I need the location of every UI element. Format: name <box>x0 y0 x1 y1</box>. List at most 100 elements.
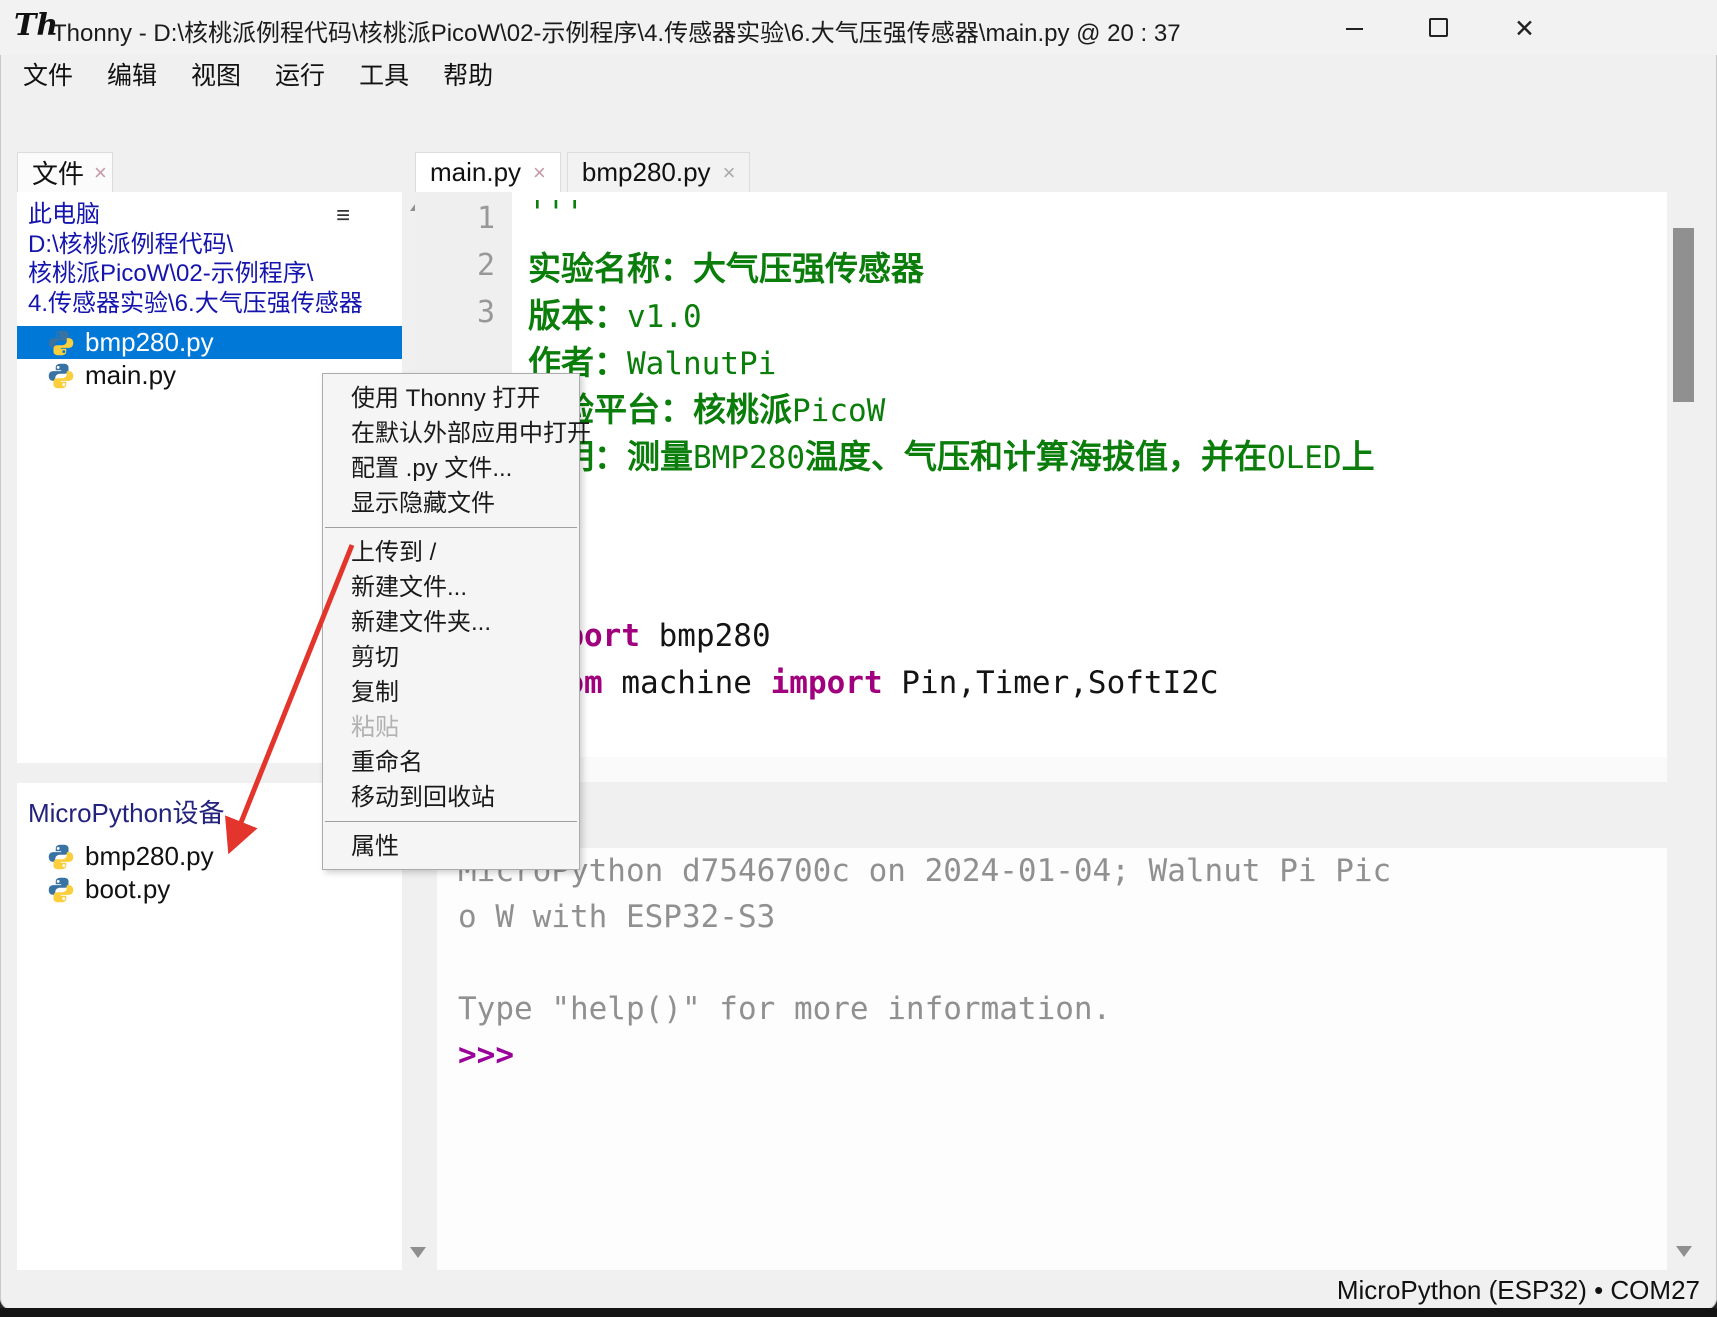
code-segment: WalnutPi <box>627 346 776 382</box>
shell-splitter-band[interactable] <box>415 782 1702 848</box>
code-line-4: 作者：WalnutPi <box>512 336 1667 383</box>
code-segment: 实验名称：大气压强传感器 <box>528 250 924 287</box>
interpreter-status[interactable]: MicroPython (ESP32) • COM27 <box>1337 1275 1700 1306</box>
code-line-5: 实验平台：核桃派PicoW <box>512 383 1667 430</box>
files-panel-tab[interactable]: 文件 × <box>17 152 113 192</box>
file-name: bmp280.py <box>85 841 214 872</box>
file-name: main.py <box>85 360 176 391</box>
close-button[interactable]: ✕ <box>1514 18 1536 40</box>
context-menu-item[interactable]: 使用 Thonny 打开 <box>323 381 579 416</box>
menu-item-2[interactable]: 视图 <box>174 56 258 92</box>
editor-tab-bmp280.py[interactable]: bmp280.py × <box>567 152 751 192</box>
editor-tab-main.py[interactable]: main.py × <box>415 152 561 192</box>
context-menu-item[interactable]: 移动到回收站 <box>323 780 579 815</box>
scroll-down-icon[interactable] <box>410 1247 426 1258</box>
code-segment: PicoW <box>792 393 885 429</box>
python-file-icon <box>47 876 75 904</box>
menu-separator <box>325 527 577 528</box>
desktop-edge <box>0 1308 1717 1317</box>
menu-item-0[interactable]: 文件 <box>6 56 90 92</box>
code-line-1: ''' <box>512 195 1667 242</box>
thonny-window: Th Thonny - D:\核桃派例程代码\核桃派PicoW\02-示例程序\… <box>0 0 1717 1310</box>
code-segment: 温度、气压和计算海拔值，并在 <box>805 438 1267 475</box>
line-number: 2 <box>415 242 495 289</box>
context-menu-item[interactable]: 新建文件夹... <box>323 605 579 640</box>
path-line-3[interactable]: 4.传感器实验\6.大气压强传感器 <box>28 289 358 319</box>
code-segment: BMP280 <box>693 440 805 476</box>
local-file-bmp280.py[interactable]: bmp280.py <box>17 326 402 359</box>
close-icon: ✕ <box>1514 15 1535 43</box>
shell-lines: MicroPython d7546700c on 2024-01-04; Wal… <box>437 848 1667 1032</box>
menu-bar: 文件编辑视图运行工具帮助 <box>0 55 1717 92</box>
file-name: bmp280.py <box>85 327 214 358</box>
shell-line <box>437 940 1667 986</box>
code-segment: 上 <box>1342 438 1375 475</box>
code-segment: OLED <box>1267 440 1342 476</box>
code-line-7: ''' <box>512 477 1667 524</box>
files-tab-close-icon[interactable]: × <box>94 160 107 186</box>
editor-tab-label: main.py <box>430 157 521 188</box>
context-menu-item[interactable]: 复制 <box>323 675 579 710</box>
python-file-icon <box>47 362 75 390</box>
menu-item-4[interactable]: 工具 <box>342 56 426 92</box>
menu-item-1[interactable]: 编辑 <box>90 56 174 92</box>
code-line-9 <box>512 571 1667 618</box>
path-line-2[interactable]: 核桃派PicoW\02-示例程序\ <box>28 259 358 289</box>
window-title: Thonny - D:\核桃派例程代码\核桃派PicoW\02-示例程序\4.传… <box>52 13 1181 48</box>
shell-prompt: >>> <box>437 1032 1667 1078</box>
code-editor[interactable]: ''' 实验名称：大气压强传感器版本：v1.0作者：WalnutPi实验平台：核桃… <box>512 192 1667 760</box>
path-line-1[interactable]: D:\核桃派例程代码\ <box>28 230 358 260</box>
shell-line: MicroPython d7546700c on 2024-01-04; Wal… <box>437 848 1667 894</box>
context-menu-item[interactable]: 显示隐藏文件 <box>323 486 579 521</box>
context-menu-item[interactable]: 剪切 <box>323 640 579 675</box>
files-panel-menu-icon[interactable]: ≡ <box>336 202 350 230</box>
editor-tab-bar: main.py × bmp280.py × <box>415 152 756 192</box>
path-line-0[interactable]: 此电脑 <box>28 200 358 230</box>
editor-vscroll-thumb[interactable] <box>1673 228 1694 402</box>
tab-close-icon[interactable]: × <box>533 160 546 186</box>
code-segment: bmp280 <box>640 618 771 654</box>
python-file-icon <box>47 329 75 357</box>
code-segment: 版本： <box>528 297 627 334</box>
context-menu-item[interactable]: 上传到 / <box>323 535 579 570</box>
file-name: boot.py <box>85 874 170 905</box>
status-bar: MicroPython (ESP32) • COM27 <box>0 1270 1717 1310</box>
maximize-button[interactable] <box>1429 18 1451 40</box>
context-menu-item: 粘贴 <box>323 710 579 745</box>
code-segment: machine <box>603 665 771 701</box>
editor-horizontal-scrollbar[interactable] <box>415 757 1667 782</box>
tab-close-icon[interactable]: × <box>723 160 736 186</box>
device-file-boot.py[interactable]: boot.py <box>17 873 402 906</box>
minimize-button[interactable] <box>1346 18 1368 40</box>
menu-item-3[interactable]: 运行 <box>258 56 342 92</box>
code-segment: v1.0 <box>627 299 702 335</box>
code-line-3: 版本：v1.0 <box>512 289 1667 336</box>
context-menu-item[interactable]: 属性 <box>323 829 579 864</box>
code-segment: ''' <box>528 195 584 231</box>
context-menu-item[interactable]: 在默认外部应用中打开 <box>323 416 579 451</box>
thonny-logo-icon: Th <box>14 8 48 46</box>
scroll-down-icon[interactable] <box>1676 1246 1692 1257</box>
toolbar: STOP <box>0 92 1717 152</box>
line-number: 3 <box>415 289 495 336</box>
title-bar: Th Thonny - D:\核桃派例程代码\核桃派PicoW\02-示例程序\… <box>0 0 1717 55</box>
editor-tab-label: bmp280.py <box>582 157 711 188</box>
shell-output[interactable]: MicroPython d7546700c on 2024-01-04; Wal… <box>437 848 1667 1270</box>
code-segment: Pin,Timer,SoftI2C <box>883 665 1219 701</box>
shell-line: Type "help()" for more information. <box>437 986 1667 1032</box>
context-menu-item[interactable]: 重命名 <box>323 745 579 780</box>
context-menu-item[interactable]: 新建文件... <box>323 570 579 605</box>
shell-line: o W with ESP32-S3 <box>437 894 1667 940</box>
code-line-8 <box>512 524 1667 571</box>
code-line-11: from machine import Pin,Timer,SoftI2C <box>512 665 1667 712</box>
code-line-2: 实验名称：大气压强传感器 <box>512 242 1667 289</box>
line-number: 1 <box>415 195 495 242</box>
current-path[interactable]: 此电脑D:\核桃派例程代码\核桃派PicoW\02-示例程序\4.传感器实验\6… <box>28 200 358 318</box>
code-line-6: 说明：测量BMP280温度、气压和计算海拔值，并在OLED上 <box>512 430 1667 477</box>
context-menu: 使用 Thonny 打开在默认外部应用中打开配置 .py 文件...显示隐藏文件… <box>322 373 580 870</box>
python-file-icon <box>47 843 75 871</box>
menu-item-5[interactable]: 帮助 <box>426 56 510 92</box>
menu-separator <box>325 821 577 822</box>
shell-vertical-scrollbar[interactable] <box>1667 848 1702 1270</box>
context-menu-item[interactable]: 配置 .py 文件... <box>323 451 579 486</box>
